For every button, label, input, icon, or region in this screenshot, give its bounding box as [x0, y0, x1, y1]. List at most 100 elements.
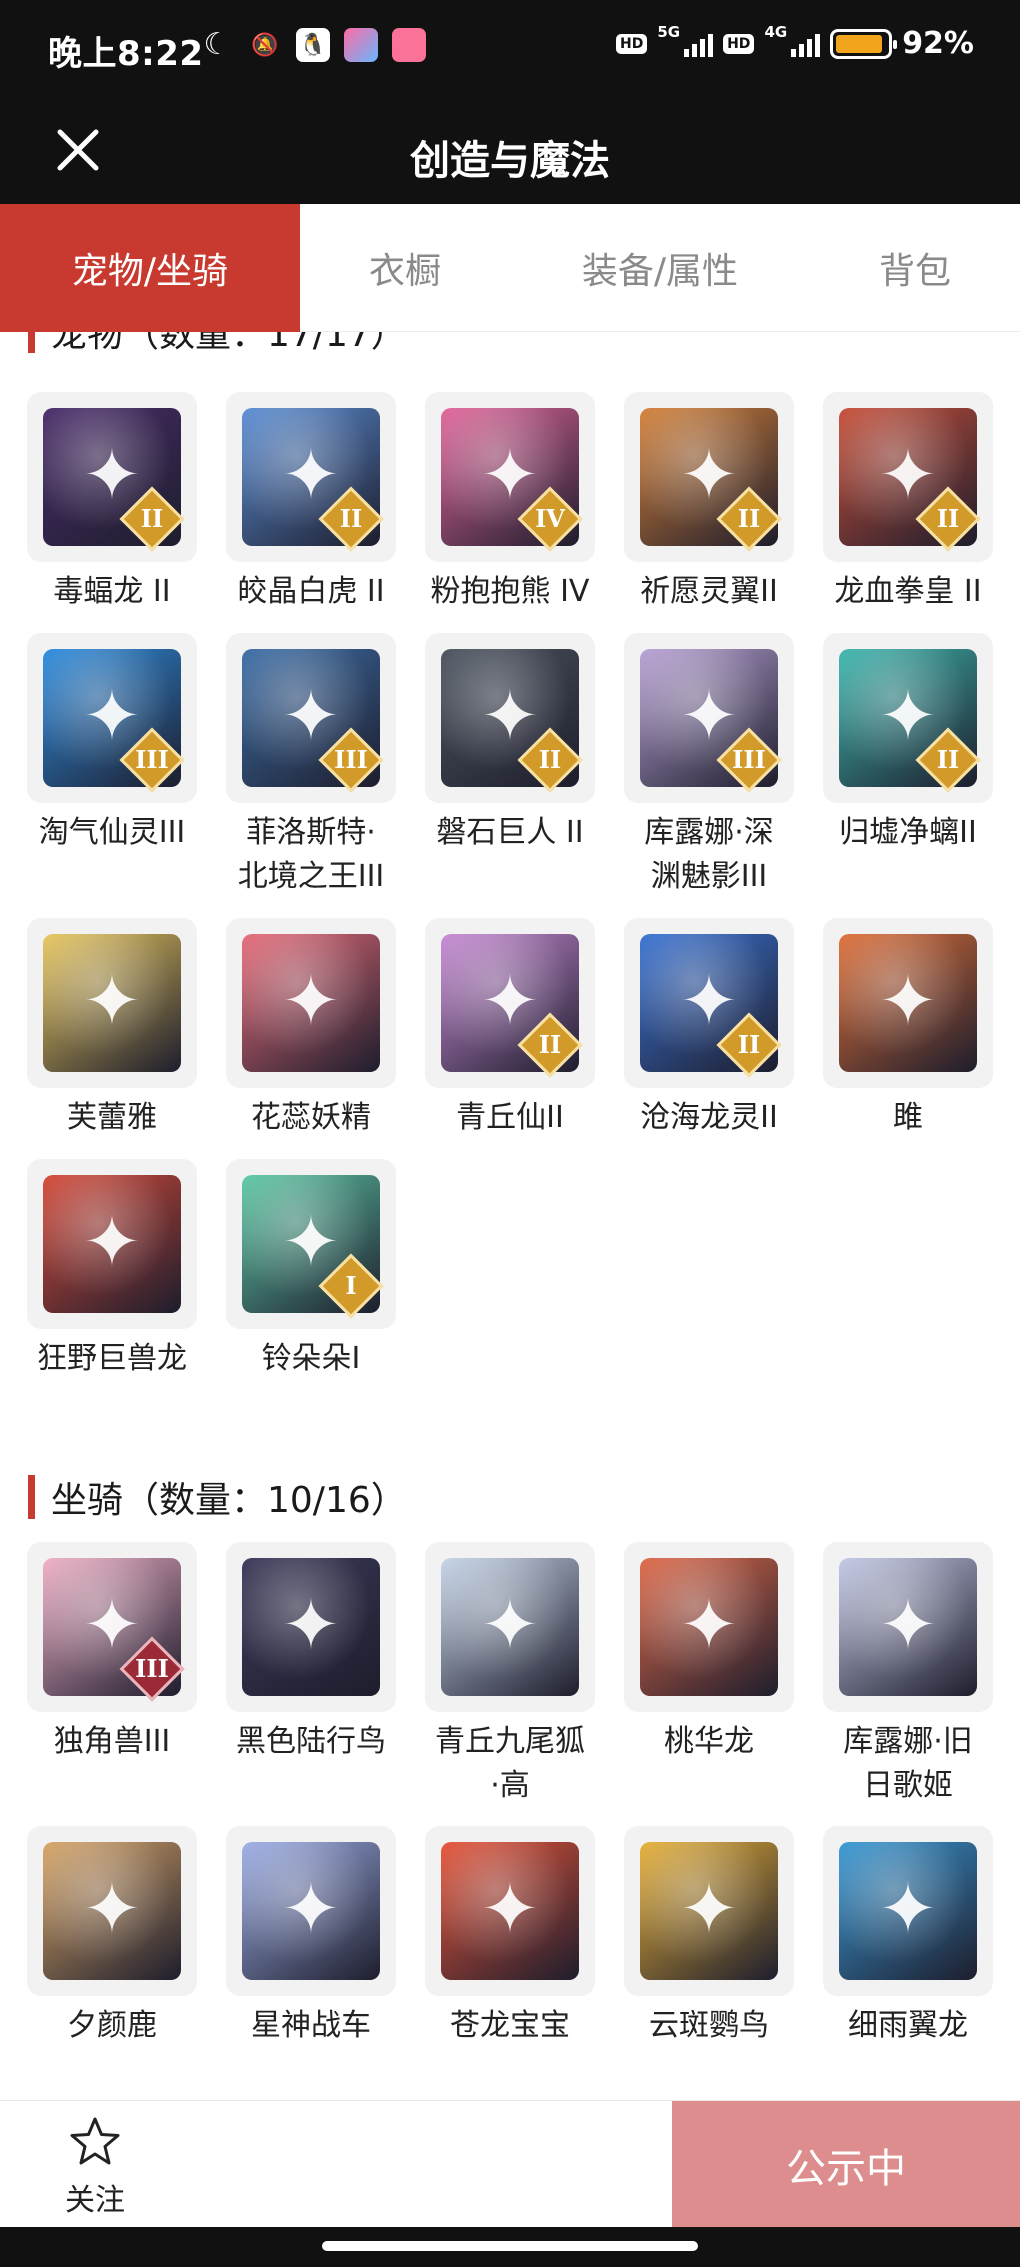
item-thumbnail[interactable]: ✦: [624, 1826, 794, 1996]
item-thumbnail[interactable]: ✦: [226, 918, 396, 1088]
item-thumbnail[interactable]: ✦ I: [226, 1159, 396, 1329]
pets-section-title: 宠物（数量：17/17）: [28, 332, 407, 356]
item-label: 皎晶白虎 II: [237, 574, 385, 609]
mount-item[interactable]: ✦ 细雨翼龙: [823, 1826, 993, 2048]
item-label: 铃朵朵I: [261, 1341, 361, 1376]
item-label: 青丘仙II: [456, 1100, 564, 1135]
pet-item[interactable]: ✦ 芙蕾雅: [27, 918, 197, 1140]
item-label-line: 日歌姬: [863, 1768, 953, 1803]
mount-item[interactable]: ✦ 夕颜鹿: [27, 1826, 197, 2048]
pet-item[interactable]: ✦ III 库露娜·深 渊魅影III: [624, 633, 794, 899]
item-label-line: 库露娜·旧: [843, 1724, 973, 1759]
mount-item[interactable]: ✦ 云斑鹦鸟: [624, 1826, 794, 2048]
mount-item[interactable]: ✦ 苍龙宝宝: [425, 1826, 595, 2048]
item-thumbnail[interactable]: ✦: [823, 918, 993, 1088]
item-thumbnail[interactable]: ✦ II: [425, 633, 595, 803]
publicity-button[interactable]: 公示中: [672, 2101, 1020, 2228]
item-thumbnail[interactable]: ✦: [226, 1542, 396, 1712]
item-label: 夕颜鹿: [67, 2008, 157, 2043]
item-thumbnail[interactable]: ✦ II: [624, 918, 794, 1088]
mount-item[interactable]: ✦ 库露娜·旧日歌姬: [823, 1542, 993, 1808]
battery-icon: [830, 28, 898, 59]
item-thumbnail[interactable]: ✦: [823, 1826, 993, 1996]
mount-item[interactable]: ✦ 青丘九尾狐 ·高: [425, 1542, 595, 1808]
item-thumbnail[interactable]: ✦: [823, 1542, 993, 1712]
home-indicator[interactable]: [322, 2241, 698, 2251]
rank-badge-label: II: [936, 504, 960, 533]
item-label: 苍龙宝宝: [450, 2008, 570, 2043]
pet-item[interactable]: ✦ II 磐石巨人 II: [425, 633, 595, 855]
mounts-section-title: 坐骑（数量：10/16）: [28, 1472, 407, 1522]
item-label-line: 青丘九尾狐: [435, 1724, 585, 1759]
item-label: 菲洛斯特· 北境之王III: [226, 811, 396, 899]
item-thumbnail[interactable]: ✦ III: [624, 633, 794, 803]
tab-pets-mounts[interactable]: 宠物/坐骑: [0, 204, 300, 332]
item-label: 狂野巨兽龙: [37, 1341, 187, 1376]
item-label: 芙蕾雅: [67, 1100, 157, 1135]
game-app-icon: [344, 28, 378, 62]
pet-item[interactable]: ✦ II 祈愿灵翼II: [624, 392, 794, 614]
content-area[interactable]: 宠物（数量：17/17） ✦ II 毒蝠龙 II ✦ II 皎晶白虎 II ✦ IV 粉抱抱熊 …: [0, 332, 1020, 2100]
mount-item[interactable]: ✦ III 独角兽III: [27, 1542, 197, 1764]
item-thumbnail[interactable]: ✦: [425, 1826, 595, 1996]
page-title: 创造与魔法: [410, 138, 610, 184]
pet-item[interactable]: ✦ II 龙血拳皇 II: [823, 392, 993, 614]
item-thumbnail[interactable]: ✦ II: [425, 918, 595, 1088]
item-label: 青丘九尾狐 ·高: [425, 1720, 595, 1808]
item-thumbnail[interactable]: ✦ II: [624, 392, 794, 562]
item-thumbnail[interactable]: ✦: [27, 1826, 197, 1996]
item-thumbnail[interactable]: ✦: [624, 1542, 794, 1712]
item-thumbnail[interactable]: ✦: [27, 918, 197, 1088]
item-thumbnail[interactable]: ✦ II: [823, 633, 993, 803]
qq-app-icon: 🐧: [296, 28, 330, 62]
item-thumbnail[interactable]: ✦: [425, 1542, 595, 1712]
section-accent-bar: [28, 1475, 35, 1519]
pet-item[interactable]: ✦ II 皎晶白虎 II: [226, 392, 396, 614]
rank-badge-label: II: [339, 504, 363, 533]
pet-item[interactable]: ✦ I 铃朵朵I: [226, 1159, 396, 1381]
hd-badge-1: HD: [616, 33, 648, 54]
deer-icon: ✦: [43, 1842, 181, 1980]
pet-item[interactable]: ✦ III 淘气仙灵III: [27, 633, 197, 855]
rank-badge-label: II: [737, 504, 761, 533]
tab-bar: 宠物/坐骑 衣橱 装备/属性 背包: [0, 204, 1020, 332]
pet-item[interactable]: ✦ 狂野巨兽龙: [27, 1159, 197, 1381]
item-thumbnail[interactable]: ✦ III: [27, 633, 197, 803]
item-thumbnail[interactable]: ✦ II: [823, 392, 993, 562]
item-label: 星神战车: [251, 2008, 371, 2043]
mount-item[interactable]: ✦ 星神战车: [226, 1826, 396, 2048]
pet-item[interactable]: ✦ II 归墟净螭II: [823, 633, 993, 855]
battery-percent: 92%: [902, 26, 974, 61]
item-thumbnail[interactable]: ✦ III: [27, 1542, 197, 1712]
item-thumbnail[interactable]: ✦: [226, 1826, 396, 1996]
tab-wardrobe[interactable]: 衣橱: [300, 204, 510, 332]
item-label: 祈愿灵翼II: [640, 574, 778, 609]
bilibili-app-icon: [392, 28, 426, 62]
item-label: 雎: [893, 1100, 923, 1135]
item-label: 归墟净螭II: [839, 815, 977, 850]
pet-item[interactable]: ✦ III 菲洛斯特· 北境之王III: [226, 633, 396, 899]
pet-item[interactable]: ✦ II 青丘仙II: [425, 918, 595, 1140]
mount-item[interactable]: ✦ 黑色陆行鸟: [226, 1542, 396, 1764]
pet-item[interactable]: ✦ II 沧海龙灵II: [624, 918, 794, 1140]
tab-backpack[interactable]: 背包: [810, 204, 1020, 332]
item-label-line: 渊魅影III: [650, 859, 768, 894]
baby-dragon-icon: ✦: [441, 1842, 579, 1980]
rank-badge-label: III: [135, 1654, 169, 1683]
pet-item[interactable]: ✦ 花蕊妖精: [226, 918, 396, 1140]
item-thumbnail[interactable]: ✦: [27, 1159, 197, 1329]
follow-button[interactable]: 关注: [50, 2115, 140, 2219]
flower-fairy-icon: ✦: [242, 934, 380, 1072]
item-thumbnail[interactable]: ✦ IV: [425, 392, 595, 562]
item-label: 沧海龙灵II: [640, 1100, 778, 1135]
pet-item[interactable]: ✦ 雎: [823, 918, 993, 1140]
item-thumbnail[interactable]: ✦ III: [226, 633, 396, 803]
title-bar: 创造与魔法: [0, 98, 1020, 204]
pet-item[interactable]: ✦ IV 粉抱抱熊 IV: [425, 392, 595, 614]
pet-item[interactable]: ✦ II 毒蝠龙 II: [27, 392, 197, 614]
tab-equipment[interactable]: 装备/属性: [510, 204, 810, 332]
network-4g: 4G: [764, 22, 788, 41]
item-thumbnail[interactable]: ✦ II: [226, 392, 396, 562]
item-thumbnail[interactable]: ✦ II: [27, 392, 197, 562]
mount-item[interactable]: ✦ 桃华龙: [624, 1542, 794, 1764]
